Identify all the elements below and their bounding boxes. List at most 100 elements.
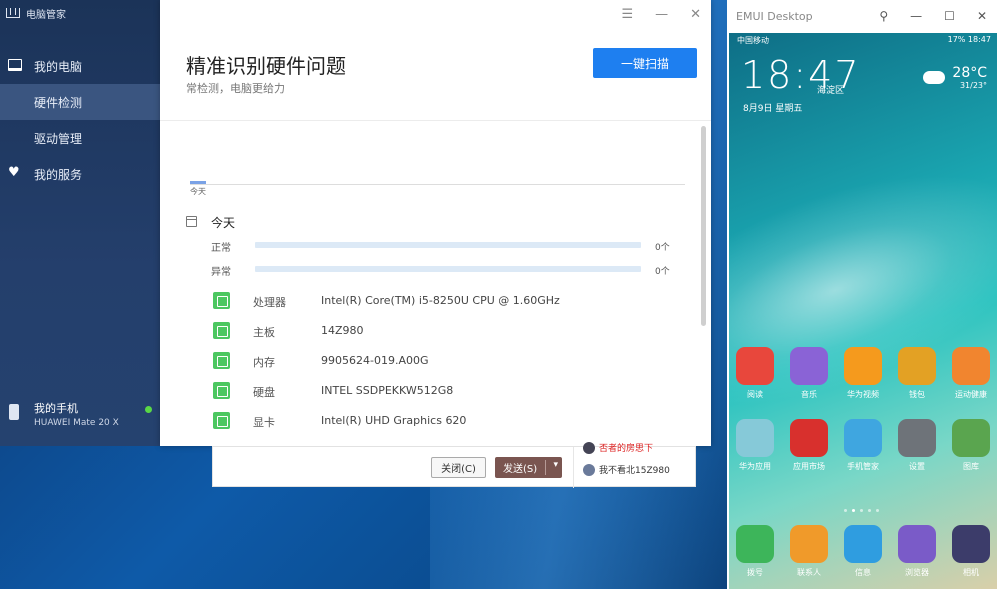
app-icon-image <box>790 525 828 563</box>
app-icon[interactable]: 钱包 <box>891 347 943 400</box>
app-label: 拨号 <box>747 568 763 577</box>
sidebar: 电脑管家 我的电脑 硬件检测 驱动管理 ♥ 我的服务 我的手机 HUAWEI M… <box>0 0 160 446</box>
send-label: 发送(S) <box>503 464 538 475</box>
window-controls: ☰ — ✕ <box>621 7 701 22</box>
carrier: 中国移动 <box>737 36 769 45</box>
app-icon[interactable]: 相机 <box>945 525 997 578</box>
hardware-name: 显卡 <box>253 416 275 429</box>
day-heading: 今天 <box>211 216 236 230</box>
sidebar-item-my-computer[interactable]: 我的电脑 <box>0 48 160 84</box>
phone-status-bar: 中国移动 17% 18:47 <box>737 35 991 46</box>
contact-item[interactable]: 我不看北15Z980 <box>583 463 670 476</box>
app-label: 信息 <box>855 568 871 577</box>
close-button[interactable]: 关闭(C) <box>431 457 486 478</box>
date: 8月9日 星期五 <box>743 104 803 114</box>
app-icon[interactable]: 联系人 <box>783 525 835 578</box>
send-separator <box>545 460 546 475</box>
sidebar-item-label: 我的服务 <box>34 167 83 182</box>
my-phone-entry[interactable]: 我的手机 HUAWEI Mate 20 X <box>0 398 160 438</box>
stat-normal-bar <box>255 242 641 248</box>
contact-item[interactable]: 否者的房思下 <box>583 441 653 454</box>
pin-icon[interactable]: ⚲ <box>879 9 888 23</box>
stat-normal-label: 正常 <box>211 243 231 254</box>
app-icon[interactable]: 浏览器 <box>891 525 943 578</box>
app-label: 图库 <box>963 462 979 471</box>
hardware-name: 主板 <box>253 326 275 339</box>
phone-name: 我的手机 <box>34 402 78 415</box>
huawei-logo-icon <box>6 8 20 18</box>
weather-widget[interactable]: 28°C 31/23° <box>952 65 987 90</box>
minimize-icon[interactable]: — <box>655 7 668 22</box>
temperature: 28°C <box>952 65 987 81</box>
app-label: 华为视频 <box>847 390 879 399</box>
app-icon[interactable]: 华为应用 <box>729 419 781 472</box>
app-label: 音乐 <box>801 390 817 399</box>
cloud-icon <box>923 71 945 84</box>
hardware-value: INTEL SSDPEKKW512G8 <box>321 384 454 397</box>
hardware-value: Intel(R) UHD Graphics 620 <box>321 414 467 427</box>
calendar-icon <box>186 216 197 227</box>
sidebar-item-driver-management[interactable]: 驱动管理 <box>0 120 160 156</box>
phone-icon <box>9 404 19 420</box>
stat-abnormal-bar <box>255 266 641 272</box>
memory-icon <box>213 352 230 369</box>
stat-normal-count: 0个 <box>655 243 670 253</box>
timeline <box>190 184 685 185</box>
app-icon-image <box>898 525 936 563</box>
sidebar-item-label: 驱动管理 <box>34 131 83 146</box>
divider <box>160 120 711 121</box>
app-label: 手机管家 <box>847 462 879 471</box>
app-icon[interactable]: 应用市场 <box>783 419 835 472</box>
close-icon[interactable]: ✕ <box>977 9 987 23</box>
emui-window-title: EMUI Desktop <box>736 10 813 23</box>
disk-icon <box>213 382 230 399</box>
app-icon-image <box>844 347 882 385</box>
app-icon-image <box>736 419 774 457</box>
sidebar-item-my-services[interactable]: ♥ 我的服务 <box>0 156 160 192</box>
app-icon[interactable]: 运动健康 <box>945 347 997 400</box>
one-click-scan-button[interactable]: 一键扫描 <box>593 48 697 78</box>
app-icon-image <box>952 347 990 385</box>
page-title: 精准识别硬件问题 <box>186 54 346 78</box>
avatar <box>583 441 595 454</box>
computer-icon <box>8 59 22 71</box>
timeline-label: 今天 <box>190 187 206 196</box>
chat-window: 关闭(C) 发送(S) ▾ 否者的房思下 我不看北15Z980 <box>212 441 696 488</box>
hardware-value: 9905624-019.A00G <box>321 354 429 367</box>
app-icon[interactable]: 华为视频 <box>837 347 889 400</box>
menu-icon[interactable]: ☰ <box>621 7 633 22</box>
chevron-down-icon[interactable]: ▾ <box>553 460 558 470</box>
app-icon[interactable]: 阅读 <box>729 347 781 400</box>
emui-title-bar: EMUI Desktop ⚲ — ☐ ✕ <box>727 0 999 33</box>
hardware-name: 处理器 <box>253 296 286 309</box>
contact-name: 否者的房思下 <box>599 444 654 454</box>
hardware-check-window: ☰ — ✕ 精准识别硬件问题 常检测，电脑更给力 一键扫描 今天 今天 正常 0… <box>160 0 711 446</box>
sidebar-item-hardware-check[interactable]: 硬件检测 <box>0 84 160 120</box>
app-label: 设置 <box>909 462 925 471</box>
app-icon[interactable]: 手机管家 <box>837 419 889 472</box>
phone-model: HUAWEI Mate 20 X <box>34 418 119 428</box>
page-dot <box>844 509 847 512</box>
hardware-name: 硬盘 <box>253 386 275 399</box>
app-icon-image <box>844 419 882 457</box>
minimize-icon[interactable]: — <box>910 9 922 23</box>
maximize-icon[interactable]: ☐ <box>944 9 955 23</box>
page-dot <box>876 509 879 512</box>
scrollbar[interactable] <box>701 126 706 326</box>
app-label: 联系人 <box>797 568 821 577</box>
app-label: 应用市场 <box>793 462 825 471</box>
connected-status-icon <box>145 406 152 413</box>
motherboard-icon <box>213 322 230 339</box>
page-dot <box>860 509 863 512</box>
contact-name: 我不看北15Z980 <box>599 466 670 476</box>
app-icon[interactable]: 音乐 <box>783 347 835 400</box>
hardware-value: 14Z980 <box>321 324 364 337</box>
app-icon[interactable]: 拨号 <box>729 525 781 578</box>
app-icon[interactable]: 设置 <box>891 419 943 472</box>
send-button[interactable]: 发送(S) ▾ <box>495 457 562 478</box>
gpu-icon <box>213 412 230 429</box>
app-icon[interactable]: 图库 <box>945 419 997 472</box>
app-icon[interactable]: 信息 <box>837 525 889 578</box>
close-icon[interactable]: ✕ <box>690 7 701 22</box>
phone-screen[interactable]: 中国移动 17% 18:47 18:47 海淀区 8月9日 星期五 28°C 3… <box>729 33 997 589</box>
